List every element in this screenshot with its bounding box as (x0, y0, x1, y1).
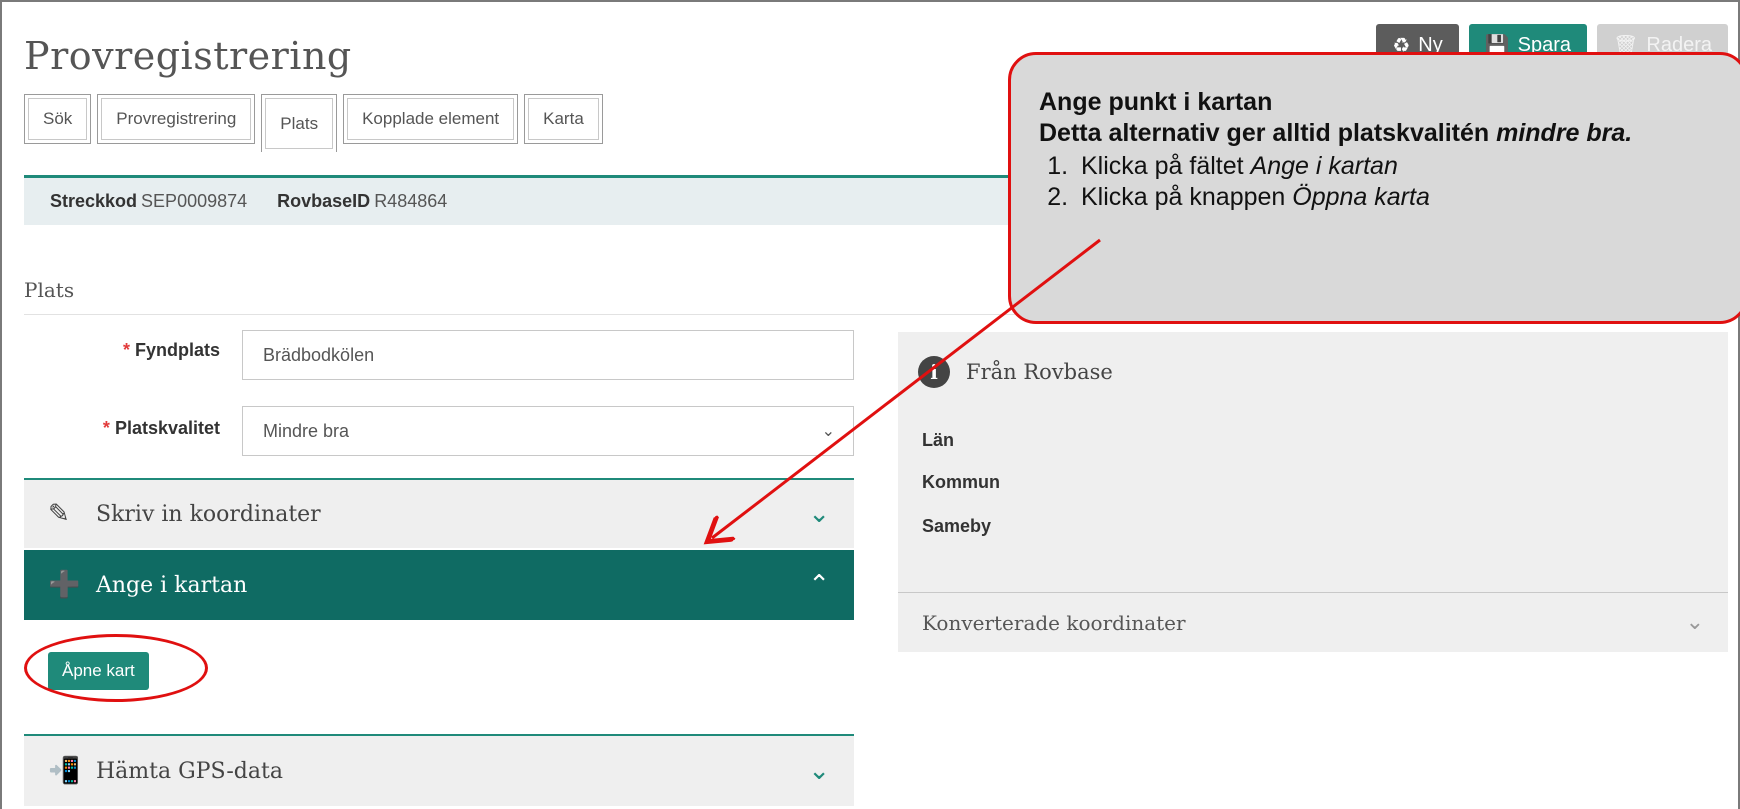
platskvalitet-label: * Platskvalitet (40, 418, 220, 439)
chevron-up-icon: ⌃ (808, 570, 830, 600)
accordion-gps-label: Hämta GPS-data (96, 758, 283, 784)
info-icon: i (918, 356, 950, 388)
annotation-highlight-ellipse (24, 634, 208, 702)
fyndplats-label-text: Fyndplats (134, 340, 220, 360)
barcode-label: Streckkod (50, 191, 138, 211)
rovbase-panel: i Från Rovbase Län Kommun Sameby (898, 332, 1728, 592)
callout-note: Detta alternativ ger alltid platskvalité… (1039, 118, 1721, 149)
callout-step-text: Klicka på knappen (1081, 183, 1286, 211)
identifier-bar: Streckkod SEP0009874 RovbaseID R484864 (24, 175, 1024, 225)
platskvalitet-select[interactable]: Mindre bra ⌄ (242, 406, 854, 456)
accordion-skriv-label: Skriv in koordinater (96, 501, 321, 527)
annotation-callout: Ange punkt i kartan Detta alternativ ger… (1008, 52, 1740, 324)
section-title-plats: Plats (24, 278, 75, 302)
rovbase-panel-title-text: Från Rovbase (966, 360, 1113, 384)
fyndplats-input[interactable]: Brädbodkölen (242, 330, 854, 380)
rovbase-row-sameby: Sameby (922, 516, 992, 536)
chevron-down-icon: ⌄ (821, 423, 835, 440)
tab-sok[interactable]: Sök (24, 94, 92, 144)
required-marker: * (122, 340, 130, 360)
accordion-konverterade-koordinater[interactable]: Konverterade koordinater ⌄ (898, 592, 1728, 652)
rovbase-panel-title: i Från Rovbase (918, 356, 1113, 388)
rovbase-id-value: R484864 (374, 191, 448, 211)
callout-steps: Klicka på fältet Ange i kartan Klicka på… (1039, 151, 1721, 213)
callout-step-emphasis: Ange i kartan (1250, 152, 1398, 180)
map-pin-add-icon: ➕ (48, 570, 81, 600)
page-title: Provregistrering (24, 34, 352, 78)
callout-step-emphasis: Öppna karta (1292, 183, 1430, 211)
platskvalitet-value: Mindre bra (263, 420, 350, 441)
tab-provregistrering[interactable]: Provregistrering (97, 94, 256, 144)
tab-karta[interactable]: Karta (524, 94, 603, 144)
accordion-hamta-gps-data[interactable]: 📲 Hämta GPS-data ⌄ (24, 734, 854, 806)
rovbase-row-lan: Län (922, 430, 955, 450)
fyndplats-value: Brädbodkölen (263, 344, 375, 365)
accordion-skriv-in-koordinater[interactable]: ✎ Skriv in koordinater ⌄ (24, 478, 854, 548)
callout-step-text: Klicka på fältet (1081, 152, 1244, 180)
tab-kopplade-element[interactable]: Kopplade element (343, 94, 519, 144)
fyndplats-label: * Fyndplats (70, 340, 220, 361)
callout-step: Klicka på knappen Öppna karta (1075, 182, 1721, 213)
platskvalitet-label-text: Platskvalitet (114, 418, 220, 438)
barcode-value: SEP0009874 (141, 191, 248, 211)
tab-bar: Sök Provregistrering Plats Kopplade elem… (24, 94, 603, 152)
accordion-ange-i-kartan[interactable]: ➕ Ange i kartan ⌃ (24, 550, 854, 620)
callout-note-emphasis: mindre bra. (1496, 119, 1633, 147)
callout-step: Klicka på fältet Ange i kartan (1075, 151, 1721, 182)
chevron-down-icon: ⌄ (808, 499, 830, 529)
rovbase-row-kommun: Kommun (922, 472, 1000, 492)
phone-export-icon: 📲 (48, 756, 81, 786)
callout-note-text: Detta alternativ ger alltid platskvalité… (1039, 119, 1490, 147)
accordion-ange-label: Ange i kartan (96, 572, 248, 598)
pencil-icon: ✎ (48, 499, 70, 529)
converted-coordinates-label: Konverterade koordinater (922, 610, 1186, 635)
rovbase-id-label: RovbaseID (277, 191, 371, 211)
chevron-down-icon: ⌄ (808, 756, 830, 786)
callout-title: Ange punkt i kartan (1039, 88, 1273, 116)
tab-plats[interactable]: Plats (261, 94, 338, 152)
required-marker: * (102, 418, 110, 438)
chevron-down-icon: ⌄ (1685, 610, 1704, 635)
